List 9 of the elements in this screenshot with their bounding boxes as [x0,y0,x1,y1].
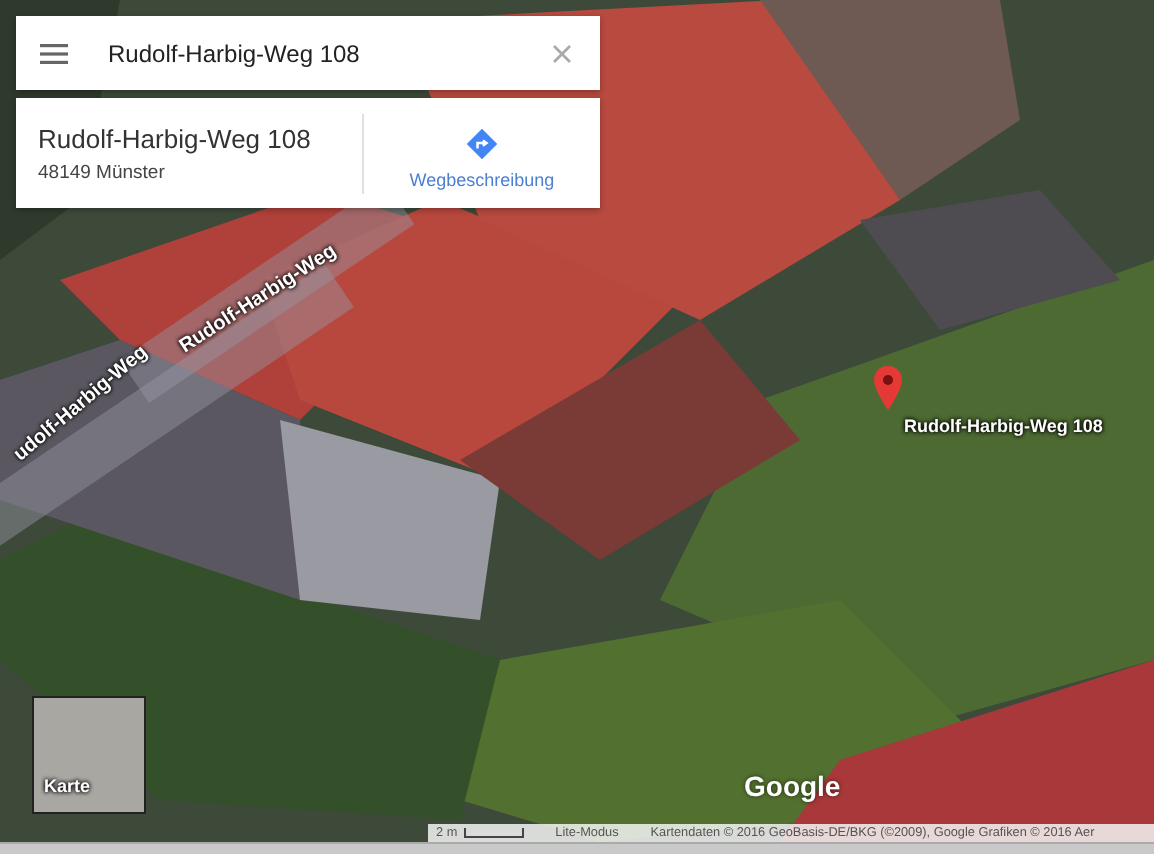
google-logo: Google [744,770,841,802]
place-address: 48149 Münster [38,161,167,183]
directions-button[interactable]: Wegbeschreibung [364,117,600,189]
search-field[interactable]: Rudolf-Harbig-Weg 108 [16,16,600,90]
menu-icon[interactable] [40,43,68,63]
location-pin-icon [874,366,902,410]
scale-bar-icon [463,828,524,838]
marker-label: Rudolf-Harbig-Weg 108 [904,416,1103,436]
place-title: Rudolf-Harbig-Weg 108 [38,123,313,153]
